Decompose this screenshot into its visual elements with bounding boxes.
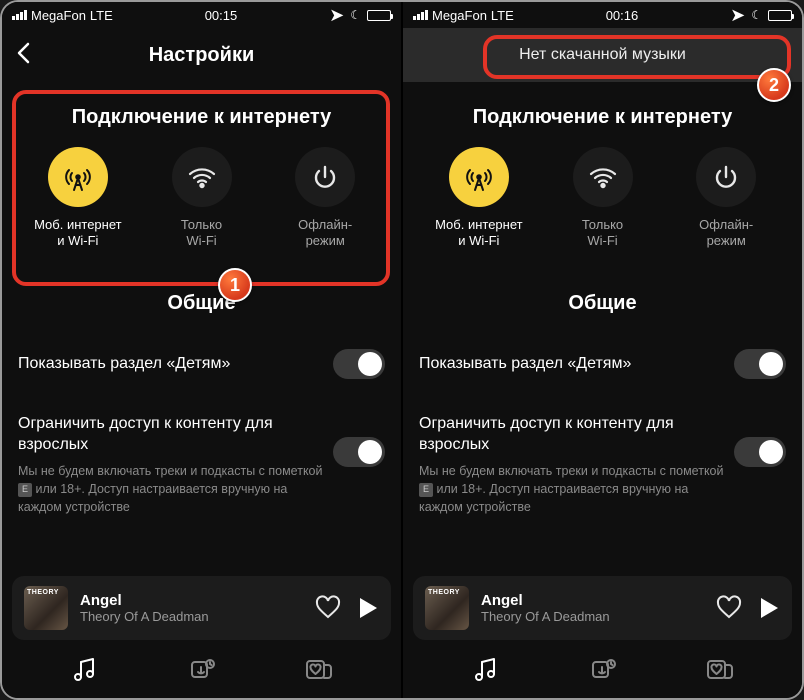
tab-podcasts[interactable] bbox=[573, 656, 633, 684]
conn-option-mobile-wifi[interactable]: Моб. интернети Wi-Fi bbox=[421, 147, 537, 250]
page-title: Настройки bbox=[16, 44, 387, 67]
network-label: LTE bbox=[491, 8, 514, 23]
connection-title: Подключение к интернету bbox=[20, 106, 383, 129]
conn-label-l1: Только bbox=[582, 217, 623, 232]
carrier-label: MegaFon bbox=[432, 8, 487, 23]
conn-label-l2: Wi-Fi bbox=[186, 233, 216, 248]
adult-label: Ограничить доступ к контенту для взрослы… bbox=[18, 413, 333, 456]
conn-option-wifi-only[interactable]: ТолькоWi-Fi bbox=[545, 147, 661, 250]
tab-bar bbox=[403, 644, 802, 698]
conn-label-l2: и Wi-Fi bbox=[458, 233, 499, 248]
row-adult-content: Ограничить доступ к контенту для взрослы… bbox=[18, 395, 385, 533]
conn-label-l1: Офлайн- bbox=[298, 217, 352, 232]
tab-favorites[interactable] bbox=[690, 656, 750, 684]
adult-toggle[interactable] bbox=[734, 437, 786, 467]
annotation-badge-1: 1 bbox=[218, 268, 252, 302]
conn-option-offline[interactable]: Офлайн-режим bbox=[267, 147, 383, 250]
general-title: Общие bbox=[2, 292, 401, 315]
battery-icon bbox=[367, 10, 391, 21]
track-title: Angel bbox=[80, 592, 303, 609]
kids-toggle[interactable] bbox=[333, 349, 385, 379]
signal-icon bbox=[12, 10, 27, 20]
moon-icon: ☾ bbox=[751, 8, 762, 22]
track-title: Angel bbox=[481, 592, 704, 609]
antenna-icon bbox=[464, 162, 494, 192]
conn-option-mobile-wifi[interactable]: Моб. интернети Wi-Fi bbox=[20, 147, 136, 250]
adult-label: Ограничить доступ к контенту для взрослы… bbox=[419, 413, 734, 456]
track-artist: Theory Of A Deadman bbox=[80, 609, 303, 624]
tab-music[interactable] bbox=[456, 656, 516, 684]
like-button[interactable] bbox=[716, 595, 742, 621]
clock-label: 00:15 bbox=[113, 8, 329, 23]
power-icon bbox=[712, 163, 740, 191]
play-button[interactable] bbox=[758, 596, 780, 620]
kids-label: Показывать раздел «Детям» bbox=[18, 355, 333, 373]
adult-sub: Мы не будем включать треки и подкасты с … bbox=[18, 462, 333, 516]
kids-toggle[interactable] bbox=[734, 349, 786, 379]
conn-option-offline[interactable]: Офлайн-режим bbox=[668, 147, 784, 250]
row-adult-content: Ограничить доступ к контенту для взрослы… bbox=[419, 395, 786, 533]
conn-label-l1: Офлайн- bbox=[699, 217, 753, 232]
row-kids-section: Показывать раздел «Детям» bbox=[419, 333, 786, 395]
settings-list: Показывать раздел «Детям» Ограничить дос… bbox=[403, 333, 802, 533]
tab-music[interactable] bbox=[55, 656, 115, 684]
nav-header: Настройки bbox=[2, 28, 401, 82]
tab-favorites[interactable] bbox=[289, 656, 349, 684]
battery-icon bbox=[768, 10, 792, 21]
wifi-icon bbox=[587, 161, 619, 193]
conn-label-l2: режим bbox=[306, 233, 345, 248]
explicit-badge-icon: E bbox=[419, 483, 433, 497]
conn-label-l1: Моб. интернет bbox=[34, 217, 122, 232]
clock-label: 00:16 bbox=[514, 8, 730, 23]
adult-sub: Мы не будем включать треки и подкасты с … bbox=[419, 462, 734, 516]
conn-label-l2: Wi-Fi bbox=[587, 233, 617, 248]
conn-label-l2: и Wi-Fi bbox=[57, 233, 98, 248]
status-bar: MegaFon LTE 00:16 ➤ ☾ bbox=[403, 2, 802, 28]
conn-label-l1: Только bbox=[181, 217, 222, 232]
kids-label: Показывать раздел «Детям» bbox=[419, 355, 734, 373]
network-label: LTE bbox=[90, 8, 113, 23]
phone-left: MegaFon LTE 00:15 ➤ ☾ Настройки Подключе… bbox=[2, 2, 401, 698]
now-playing-bar[interactable]: Angel Theory Of A Deadman bbox=[413, 576, 792, 640]
location-icon: ➤ bbox=[329, 5, 344, 26]
now-playing-bar[interactable]: Angel Theory Of A Deadman bbox=[12, 576, 391, 640]
antenna-icon bbox=[63, 162, 93, 192]
conn-option-wifi-only[interactable]: ТолькоWi-Fi bbox=[144, 147, 260, 250]
album-cover bbox=[425, 586, 469, 630]
power-icon bbox=[311, 163, 339, 191]
location-icon: ➤ bbox=[730, 5, 745, 26]
toast-message: Нет скачанной музыки bbox=[403, 28, 802, 82]
dual-screenshot-container: MegaFon LTE 00:15 ➤ ☾ Настройки Подключе… bbox=[0, 0, 804, 700]
adult-toggle[interactable] bbox=[333, 437, 385, 467]
settings-list: Показывать раздел «Детям» Ограничить дос… bbox=[2, 333, 401, 533]
annotation-badge-2: 2 bbox=[757, 68, 791, 102]
row-kids-section: Показывать раздел «Детям» bbox=[18, 333, 385, 395]
carrier-label: MegaFon bbox=[31, 8, 86, 23]
conn-label-l2: режим bbox=[707, 233, 746, 248]
moon-icon: ☾ bbox=[350, 8, 361, 22]
tab-bar bbox=[2, 644, 401, 698]
status-bar: MegaFon LTE 00:15 ➤ ☾ bbox=[2, 2, 401, 28]
track-artist: Theory Of A Deadman bbox=[481, 609, 704, 624]
wifi-icon bbox=[186, 161, 218, 193]
phone-right: MegaFon LTE 00:16 ➤ ☾ Нет скачанной музы… bbox=[403, 2, 802, 698]
general-title: Общие bbox=[403, 292, 802, 315]
signal-icon bbox=[413, 10, 428, 20]
like-button[interactable] bbox=[315, 595, 341, 621]
album-cover bbox=[24, 586, 68, 630]
connection-section: Подключение к интернету Моб. интернети W… bbox=[403, 82, 802, 268]
connection-section: Подключение к интернету Моб. интернети W… bbox=[2, 82, 401, 268]
explicit-badge-icon: E bbox=[18, 483, 32, 497]
play-button[interactable] bbox=[357, 596, 379, 620]
conn-label-l1: Моб. интернет bbox=[435, 217, 523, 232]
tab-podcasts[interactable] bbox=[172, 656, 232, 684]
connection-title: Подключение к интернету bbox=[421, 106, 784, 129]
